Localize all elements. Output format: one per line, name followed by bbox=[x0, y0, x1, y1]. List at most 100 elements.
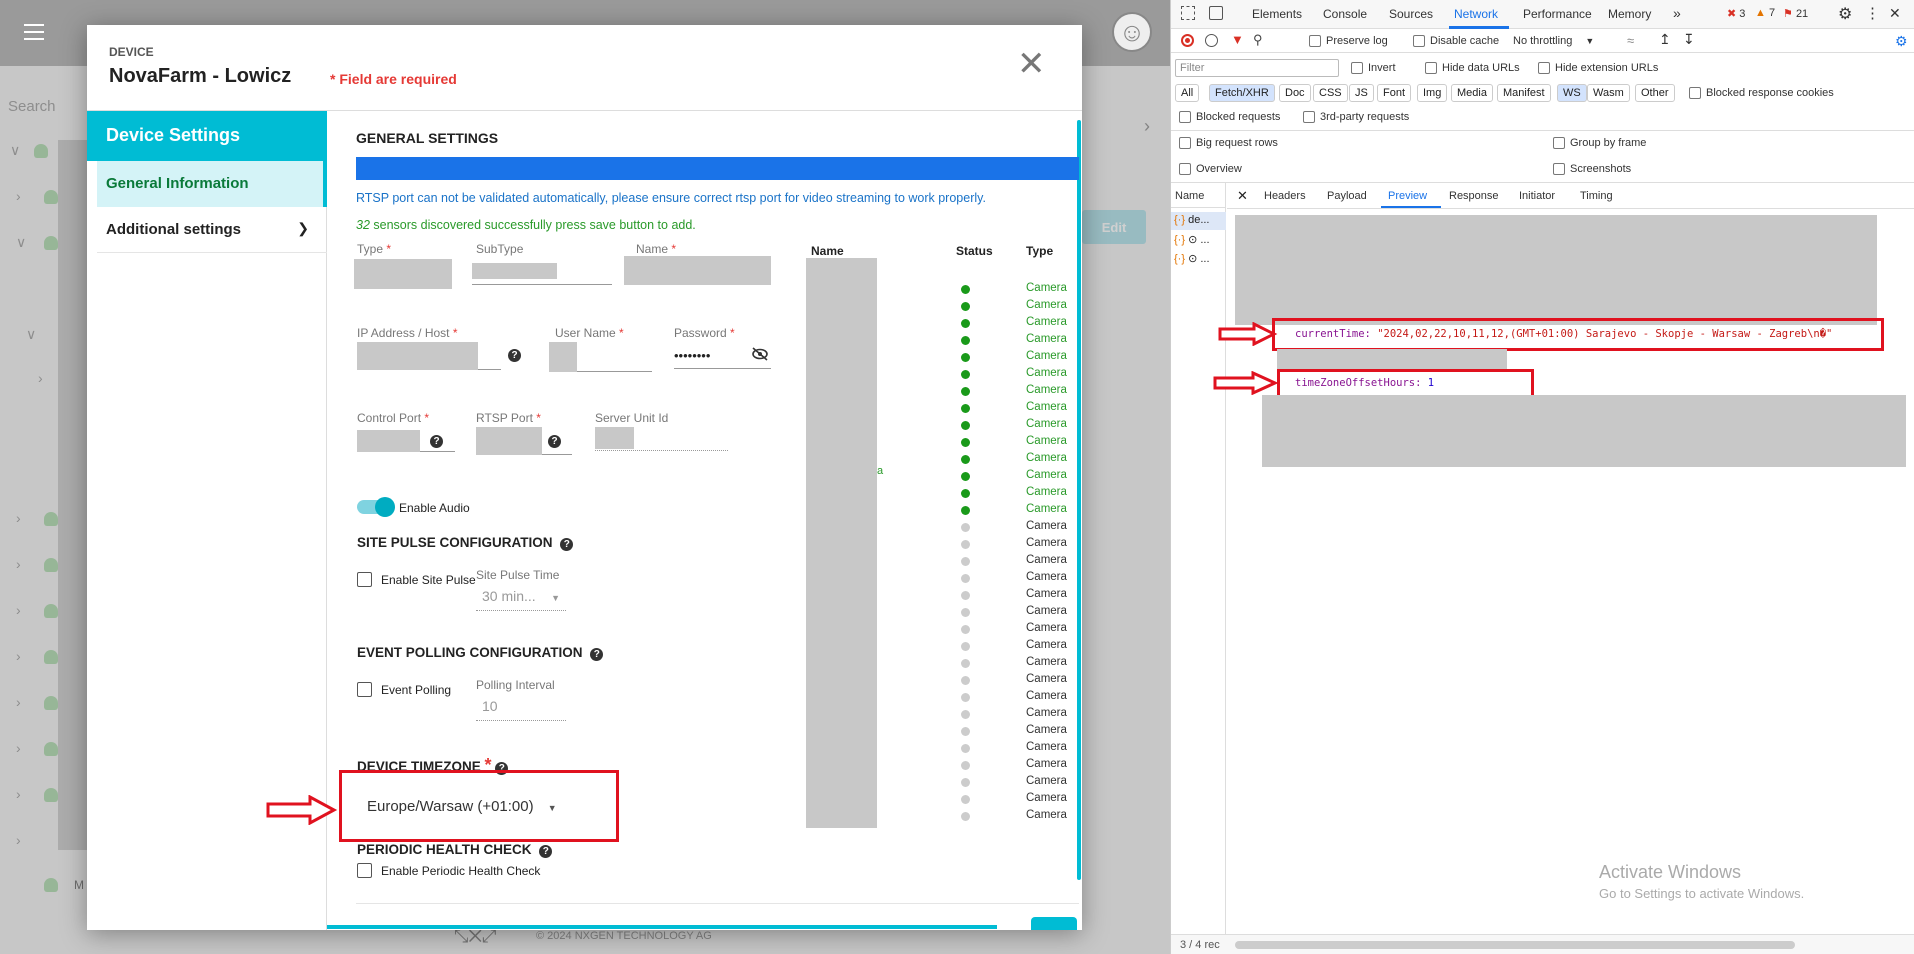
chip-all[interactable]: All bbox=[1175, 84, 1200, 102]
chip-css[interactable]: CSS bbox=[1313, 84, 1348, 102]
sensors-text: sensors discovered successfully press sa… bbox=[373, 218, 696, 232]
filter-icon[interactable]: ▼ bbox=[1231, 32, 1244, 47]
sensor-type-cell: Camera bbox=[1026, 588, 1067, 600]
enable-health-checkbox[interactable] bbox=[357, 863, 372, 878]
save-button[interactable] bbox=[1031, 917, 1077, 930]
tab-console[interactable]: Console bbox=[1323, 7, 1367, 21]
enable-site-pulse-checkbox[interactable] bbox=[357, 572, 372, 587]
chip-font[interactable]: Font bbox=[1377, 84, 1412, 102]
close-detail-icon[interactable]: ✕ bbox=[1237, 188, 1248, 204]
chip-wasm[interactable]: Wasm bbox=[1587, 84, 1630, 102]
kebab-menu-icon[interactable]: ⋮ bbox=[1865, 4, 1880, 22]
hamburger-menu-icon[interactable] bbox=[24, 24, 44, 40]
issue-badge[interactable]: ⚑ 21 bbox=[1783, 7, 1808, 20]
username-input[interactable] bbox=[549, 342, 652, 372]
tab-sources[interactable]: Sources bbox=[1389, 7, 1433, 21]
more-tabs-icon[interactable]: » bbox=[1673, 5, 1681, 21]
hide-data-urls-checkbox[interactable] bbox=[1425, 62, 1437, 74]
request-row[interactable]: {·} de... bbox=[1171, 212, 1226, 230]
event-polling-checkbox[interactable] bbox=[357, 682, 372, 697]
detail-tab-preview[interactable]: Preview bbox=[1388, 190, 1427, 202]
tab-elements[interactable]: Elements bbox=[1252, 7, 1302, 21]
gear-icon[interactable]: ⚙ bbox=[1838, 4, 1852, 24]
third-party-checkbox[interactable] bbox=[1303, 111, 1315, 123]
xhr-icon: {·} bbox=[1174, 253, 1186, 265]
request-row[interactable]: {·} ⊙ ... bbox=[1171, 231, 1226, 249]
export-icon[interactable]: ↧ bbox=[1683, 31, 1695, 48]
detail-tab-initiator[interactable]: Initiator bbox=[1519, 190, 1555, 202]
sensor-status-dot bbox=[961, 319, 970, 328]
windows-watermark-title: Activate Windows bbox=[1599, 862, 1742, 882]
sidebar-item-additional-settings[interactable]: Additional settings ❯ bbox=[97, 207, 327, 253]
content-scrollbar[interactable] bbox=[1077, 120, 1081, 880]
site-pulse-time-select[interactable]: 30 min... ▼ bbox=[476, 585, 566, 611]
chip-ws[interactable]: WS bbox=[1557, 84, 1587, 102]
hide-ext-urls-checkbox[interactable] bbox=[1538, 62, 1550, 74]
help-icon[interactable]: ? bbox=[560, 538, 574, 551]
help-icon[interactable]: ? bbox=[539, 845, 553, 858]
error-badge[interactable]: ✖ 3 bbox=[1727, 7, 1745, 20]
tab-memory[interactable]: Memory bbox=[1608, 7, 1651, 21]
name-input[interactable] bbox=[624, 256, 771, 285]
wifi-icon[interactable]: ≈ bbox=[1627, 33, 1634, 48]
sensor-status-dot bbox=[961, 676, 970, 685]
chip-media[interactable]: Media bbox=[1451, 84, 1493, 102]
status-bar-text: 3 / 4 rec bbox=[1180, 939, 1220, 951]
blocked-cookies-checkbox[interactable] bbox=[1689, 87, 1701, 99]
sensor-status-dot bbox=[961, 693, 970, 702]
user-avatar-icon[interactable]: ☺ bbox=[1112, 12, 1152, 52]
preserve-log-checkbox[interactable] bbox=[1309, 35, 1321, 47]
type-select[interactable] bbox=[354, 259, 452, 289]
close-devtools-icon[interactable]: ✕ bbox=[1889, 5, 1901, 22]
detail-tab-payload[interactable]: Payload bbox=[1327, 190, 1367, 202]
search-icon[interactable]: ⚲ bbox=[1253, 32, 1263, 48]
inspect-icon[interactable] bbox=[1181, 6, 1195, 20]
big-rows-checkbox[interactable] bbox=[1179, 137, 1191, 149]
request-row[interactable]: {·} ⊙ ... bbox=[1171, 250, 1226, 268]
windows-watermark-sub: Go to Settings to activate Windows. bbox=[1599, 886, 1805, 901]
import-icon[interactable]: ↥ bbox=[1659, 31, 1671, 48]
chip-img[interactable]: Img bbox=[1417, 84, 1448, 102]
device-toggle-icon[interactable] bbox=[1209, 6, 1223, 20]
enable-audio-toggle[interactable] bbox=[357, 497, 395, 517]
chip-fetch-xhr[interactable]: Fetch/XHR bbox=[1209, 84, 1275, 102]
tab-performance[interactable]: Performance bbox=[1523, 7, 1592, 21]
warning-badge[interactable]: ▲ 7 bbox=[1755, 7, 1775, 19]
sidebar-item-general-information[interactable]: General Information bbox=[97, 161, 327, 207]
throttling-select[interactable]: No throttling ▼ bbox=[1513, 35, 1594, 47]
record-icon[interactable] bbox=[1181, 34, 1194, 47]
disable-cache-checkbox[interactable] bbox=[1413, 35, 1425, 47]
chip-manifest[interactable]: Manifest bbox=[1497, 84, 1551, 102]
required-note: * Field are required bbox=[330, 71, 457, 87]
horizontal-scrollbar[interactable] bbox=[1235, 941, 1795, 949]
polling-interval-label: Polling Interval bbox=[476, 678, 555, 692]
detail-tab-headers[interactable]: Headers bbox=[1264, 190, 1306, 202]
error-icon: ✖ bbox=[1727, 8, 1737, 20]
help-icon[interactable]: ? bbox=[430, 435, 443, 448]
chip-other[interactable]: Other bbox=[1635, 84, 1675, 102]
detail-tab-timing[interactable]: Timing bbox=[1580, 190, 1613, 202]
group-by-frame-checkbox[interactable] bbox=[1553, 137, 1565, 149]
close-icon[interactable]: ✕ bbox=[1017, 47, 1046, 81]
help-icon[interactable]: ? bbox=[508, 349, 521, 362]
polling-interval-input[interactable]: 10 bbox=[476, 695, 566, 721]
help-icon[interactable]: ? bbox=[590, 648, 604, 661]
help-icon[interactable]: ? bbox=[548, 435, 561, 448]
ip-input[interactable] bbox=[357, 342, 501, 370]
invert-checkbox[interactable] bbox=[1351, 62, 1363, 74]
detail-tab-response[interactable]: Response bbox=[1449, 190, 1499, 202]
chip-doc[interactable]: Doc bbox=[1279, 84, 1311, 102]
network-settings-icon[interactable]: ⚙ bbox=[1895, 33, 1908, 50]
overview-checkbox[interactable] bbox=[1179, 163, 1191, 175]
chip-js[interactable]: JS bbox=[1349, 84, 1374, 102]
preserve-log-label: Preserve log bbox=[1326, 35, 1388, 47]
filter-input[interactable]: Filter bbox=[1175, 59, 1339, 77]
server-unit-input[interactable] bbox=[595, 427, 728, 451]
screenshots-checkbox[interactable] bbox=[1553, 163, 1565, 175]
subtype-select[interactable] bbox=[472, 263, 612, 285]
clear-icon[interactable] bbox=[1205, 34, 1218, 47]
eye-off-icon[interactable] bbox=[751, 347, 769, 361]
tab-network[interactable]: Network bbox=[1454, 7, 1498, 21]
hide-data-urls-label: Hide data URLs bbox=[1442, 62, 1520, 74]
blocked-requests-checkbox[interactable] bbox=[1179, 111, 1191, 123]
